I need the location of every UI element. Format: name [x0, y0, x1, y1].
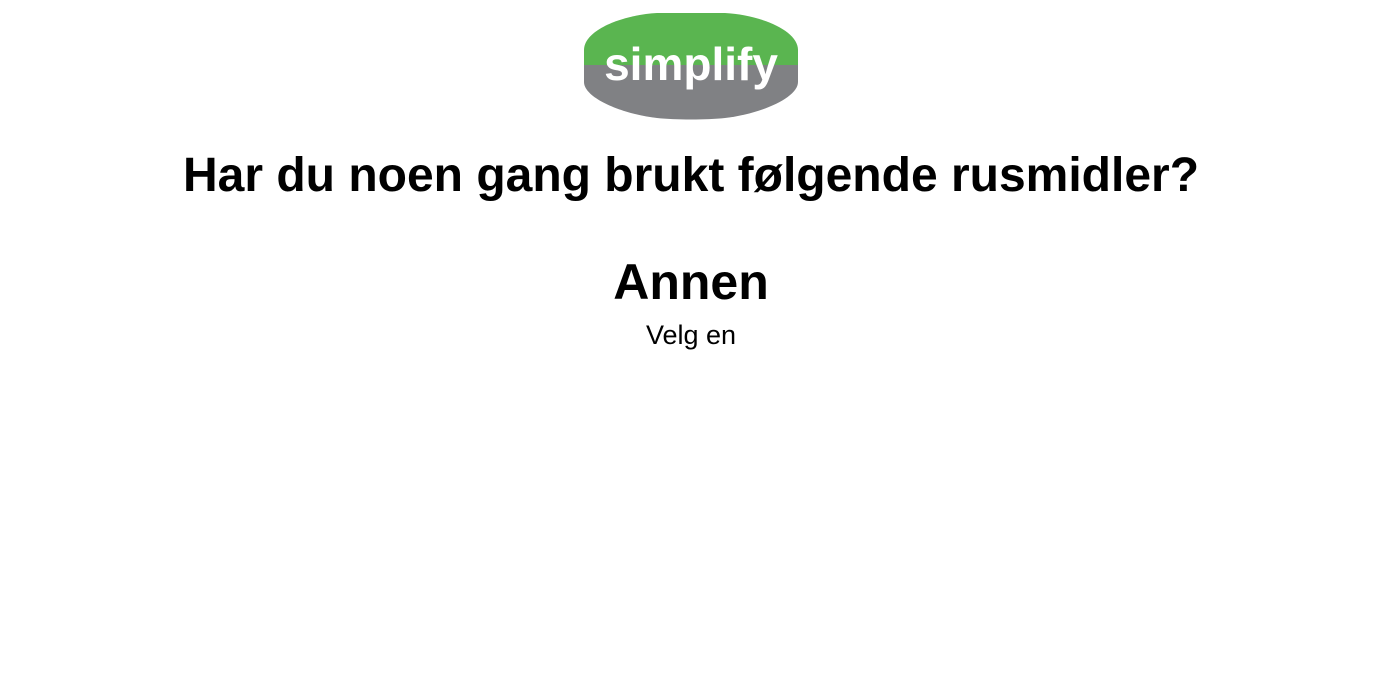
survey-page: simplify Har du noen gang brukt følgende… [0, 0, 1382, 683]
instruction-text: Velg en [645, 320, 737, 350]
logo-wordmark: simplify [604, 38, 778, 90]
category-heading: Annen [613, 254, 769, 310]
question-title: Har du noen gang brukt følgende rusmidle… [182, 149, 1200, 202]
simplify-logo: simplify [582, 10, 800, 120]
